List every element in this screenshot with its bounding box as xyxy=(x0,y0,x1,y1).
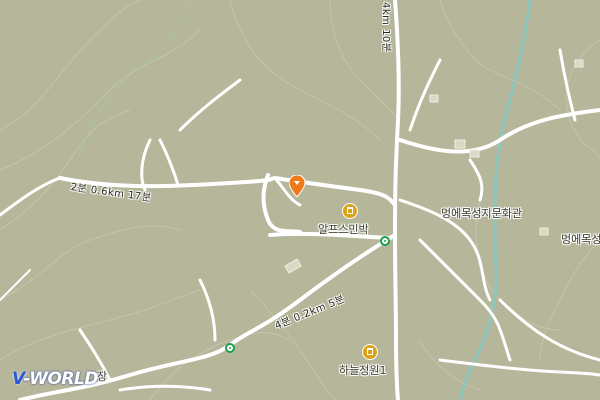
label-museum[interactable]: 멍에목성지문화관 xyxy=(441,205,522,221)
bus-stop-icon-2[interactable] xyxy=(225,343,235,353)
bus-stop-icon[interactable] xyxy=(380,236,390,246)
location-pin-icon[interactable] xyxy=(289,175,305,197)
label-alps-minbak[interactable]: 알프스민박 xyxy=(318,221,369,237)
terrain-layer xyxy=(0,0,600,400)
label-bottom-left-partial: 장 xyxy=(97,370,108,383)
lodging-icon-2[interactable] xyxy=(362,344,378,360)
vworld-logo: V-WORLD xyxy=(12,369,98,389)
logo-text: -WORLD xyxy=(23,369,98,389)
label-museum-partial[interactable]: 멍에목성 xyxy=(561,231,600,247)
label-haneul-garden[interactable]: 하늘정원1 xyxy=(339,362,386,378)
lodging-icon[interactable] xyxy=(342,203,358,219)
route-label-top: 4km 10분 xyxy=(380,2,391,53)
map-view[interactable]: 알프스민박 멍에목성지문화관 멍에목성 하늘정원1 장 4km 10분 2분 0… xyxy=(0,0,600,400)
logo-prefix: V xyxy=(12,369,24,389)
